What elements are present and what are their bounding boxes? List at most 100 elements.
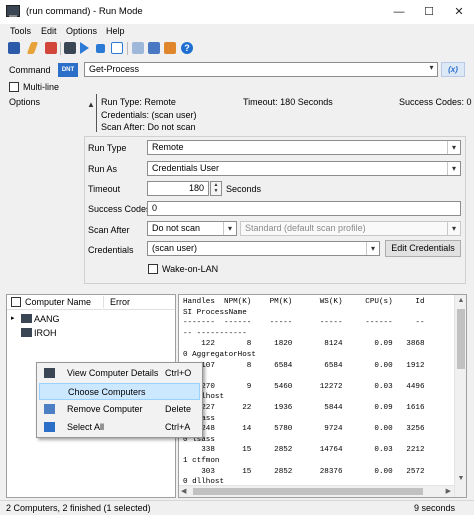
scan-after-value: Do not scan xyxy=(152,223,201,233)
menu-options[interactable]: Options xyxy=(66,26,97,36)
run-type-select[interactable]: Remote ▾ xyxy=(147,140,461,155)
computer-icon xyxy=(21,328,32,337)
wake-on-lan-checkbox[interactable] xyxy=(148,264,158,274)
timeout-value: 180 xyxy=(188,183,204,193)
computer-name: AANG xyxy=(34,314,60,324)
timeout-unit: Seconds xyxy=(226,184,262,194)
run-icon[interactable] xyxy=(80,42,89,54)
window-title: (run command) - Run Mode xyxy=(26,6,143,17)
chevron-down-icon: ▾ xyxy=(447,162,460,175)
delete-icon[interactable] xyxy=(45,42,57,54)
credentials-select[interactable]: (scan user) ▾ xyxy=(147,241,380,256)
branch-icon[interactable] xyxy=(148,42,160,54)
run-as-select[interactable]: Credentials User ▾ xyxy=(147,161,461,176)
menu-item-remove-computer[interactable]: Remove Computer Delete xyxy=(39,401,200,418)
output-panel[interactable]: Handles NPM(K) PM(K) WS(K) CPU(s) Id SI … xyxy=(178,294,467,498)
scroll-left-icon[interactable]: ◀ xyxy=(181,487,186,495)
run-type-value: Remote xyxy=(152,142,184,152)
computer-icon xyxy=(44,368,55,378)
table-row[interactable]: IROH xyxy=(7,326,175,340)
output-hscrollbar[interactable]: ◀ ▶ xyxy=(179,485,454,497)
multiline-label: Multi-line xyxy=(23,82,60,92)
command-value: Get-Process xyxy=(89,64,140,74)
help-icon[interactable]: ? xyxy=(181,42,193,54)
computer-name: IROH xyxy=(34,328,57,338)
stop-icon[interactable] xyxy=(96,44,105,53)
chevron-down-icon: ▾ xyxy=(447,222,460,235)
table-row[interactable]: ▸ AANG xyxy=(7,312,175,326)
summary-timeout: Timeout: 180 Seconds xyxy=(243,97,333,107)
status-text: 2 Computers, 2 finished (1 selected) xyxy=(6,503,151,513)
scroll-right-icon[interactable]: ▶ xyxy=(446,487,451,495)
multiline-checkbox[interactable] xyxy=(9,82,19,92)
column-error[interactable]: Error xyxy=(110,297,130,307)
computer-icon xyxy=(21,314,32,323)
menu-item-label: Remove Computer xyxy=(67,404,143,414)
remove-computer-icon xyxy=(44,404,55,414)
maximize-button[interactable]: ☐ xyxy=(414,0,444,24)
timeout-input[interactable]: 180 xyxy=(147,181,209,196)
scan-after-label: Scan After xyxy=(88,225,130,235)
app-icon xyxy=(6,5,20,17)
elapsed-time: 9 seconds xyxy=(414,503,456,513)
cut-icon[interactable] xyxy=(132,42,144,54)
command-type-badge[interactable]: DNT xyxy=(58,63,78,77)
scan-profile-select: Standard (default scan profile) ▾ xyxy=(240,221,461,236)
scan-profile-placeholder: Standard (default scan profile) xyxy=(245,223,366,233)
menu-edit[interactable]: Edit xyxy=(41,26,57,36)
timeout-label: Timeout xyxy=(88,184,121,194)
wake-on-lan-label: Wake-on-LAN xyxy=(162,264,219,274)
menu-help[interactable]: Help xyxy=(106,26,125,36)
command-input[interactable]: Get-Process xyxy=(84,62,438,77)
menu-item-shortcut: Ctrl+O xyxy=(165,368,192,378)
select-all-checkbox[interactable] xyxy=(11,297,21,307)
output-scrollbar[interactable]: ▲ ▼ xyxy=(454,295,466,497)
options-label: Options xyxy=(9,97,41,107)
scan-after-select[interactable]: Do not scan ▾ xyxy=(147,221,237,236)
run-as-value: Credentials User xyxy=(152,163,220,173)
credentials-value: (scan user) xyxy=(152,243,198,253)
menu-item-select-all[interactable]: Select All Ctrl+A xyxy=(39,419,200,436)
menu-item-view-computer-details[interactable]: View Computer Details Ctrl+O xyxy=(39,365,200,382)
computer-icon[interactable] xyxy=(64,42,76,54)
menu-item-shortcut: Delete xyxy=(165,404,192,414)
scroll-down-icon[interactable]: ▼ xyxy=(455,473,466,485)
document-icon[interactable] xyxy=(111,42,123,54)
save-icon[interactable] xyxy=(8,42,20,54)
run-type-label: Run Type xyxy=(88,143,127,153)
minimize-button[interactable]: — xyxy=(384,0,414,24)
toolbar-separator xyxy=(127,42,128,55)
function-button[interactable]: (x) xyxy=(441,62,465,77)
summary-credentials: Credentials: (scan user) xyxy=(101,110,197,120)
menu-item-label: Choose Computers xyxy=(68,387,146,397)
scroll-up-icon[interactable]: ▲ xyxy=(455,295,466,307)
computer-list-header: Computer Name Error xyxy=(7,295,175,310)
row-pointer-icon: ▸ xyxy=(11,315,15,322)
success-codes-input[interactable]: 0 xyxy=(147,201,461,216)
context-menu: View Computer Details Ctrl+O Choose Comp… xyxy=(36,362,203,438)
collapse-icon[interactable]: ▲ xyxy=(87,100,95,109)
column-computer-name[interactable]: Computer Name xyxy=(25,297,91,307)
summary-divider xyxy=(96,94,97,132)
run-as-label: Run As xyxy=(88,164,118,174)
timeout-spinner[interactable]: ▲ ▼ xyxy=(210,181,222,196)
command-dropdown-arrow[interactable]: ▾ xyxy=(426,63,437,76)
summary-scan-after: Scan After: Do not scan xyxy=(101,122,196,132)
edit-credentials-button[interactable]: Edit Credentials xyxy=(385,240,461,257)
status-bar: 2 Computers, 2 finished (1 selected) 9 s… xyxy=(0,500,474,515)
credentials-label: Credentials xyxy=(88,245,134,255)
summary-run-type: Run Type: Remote xyxy=(101,97,176,107)
output-text: Handles NPM(K) PM(K) WS(K) CPU(s) Id SI … xyxy=(183,298,425,497)
chevron-down-icon: ▾ xyxy=(223,222,236,235)
column-divider xyxy=(103,296,104,308)
scroll-thumb[interactable] xyxy=(457,309,465,369)
menu-item-label: Select All xyxy=(67,422,105,432)
close-button[interactable]: ✕ xyxy=(444,0,474,24)
edit-icon[interactable] xyxy=(26,42,39,54)
toolbar: ? xyxy=(0,40,474,58)
undo-icon[interactable] xyxy=(164,42,176,54)
toolbar-separator xyxy=(60,42,61,55)
menu-item-choose-computers[interactable]: Choose Computers xyxy=(39,383,200,400)
hscroll-thumb[interactable] xyxy=(193,488,423,495)
menu-tools[interactable]: Tools xyxy=(10,26,31,36)
